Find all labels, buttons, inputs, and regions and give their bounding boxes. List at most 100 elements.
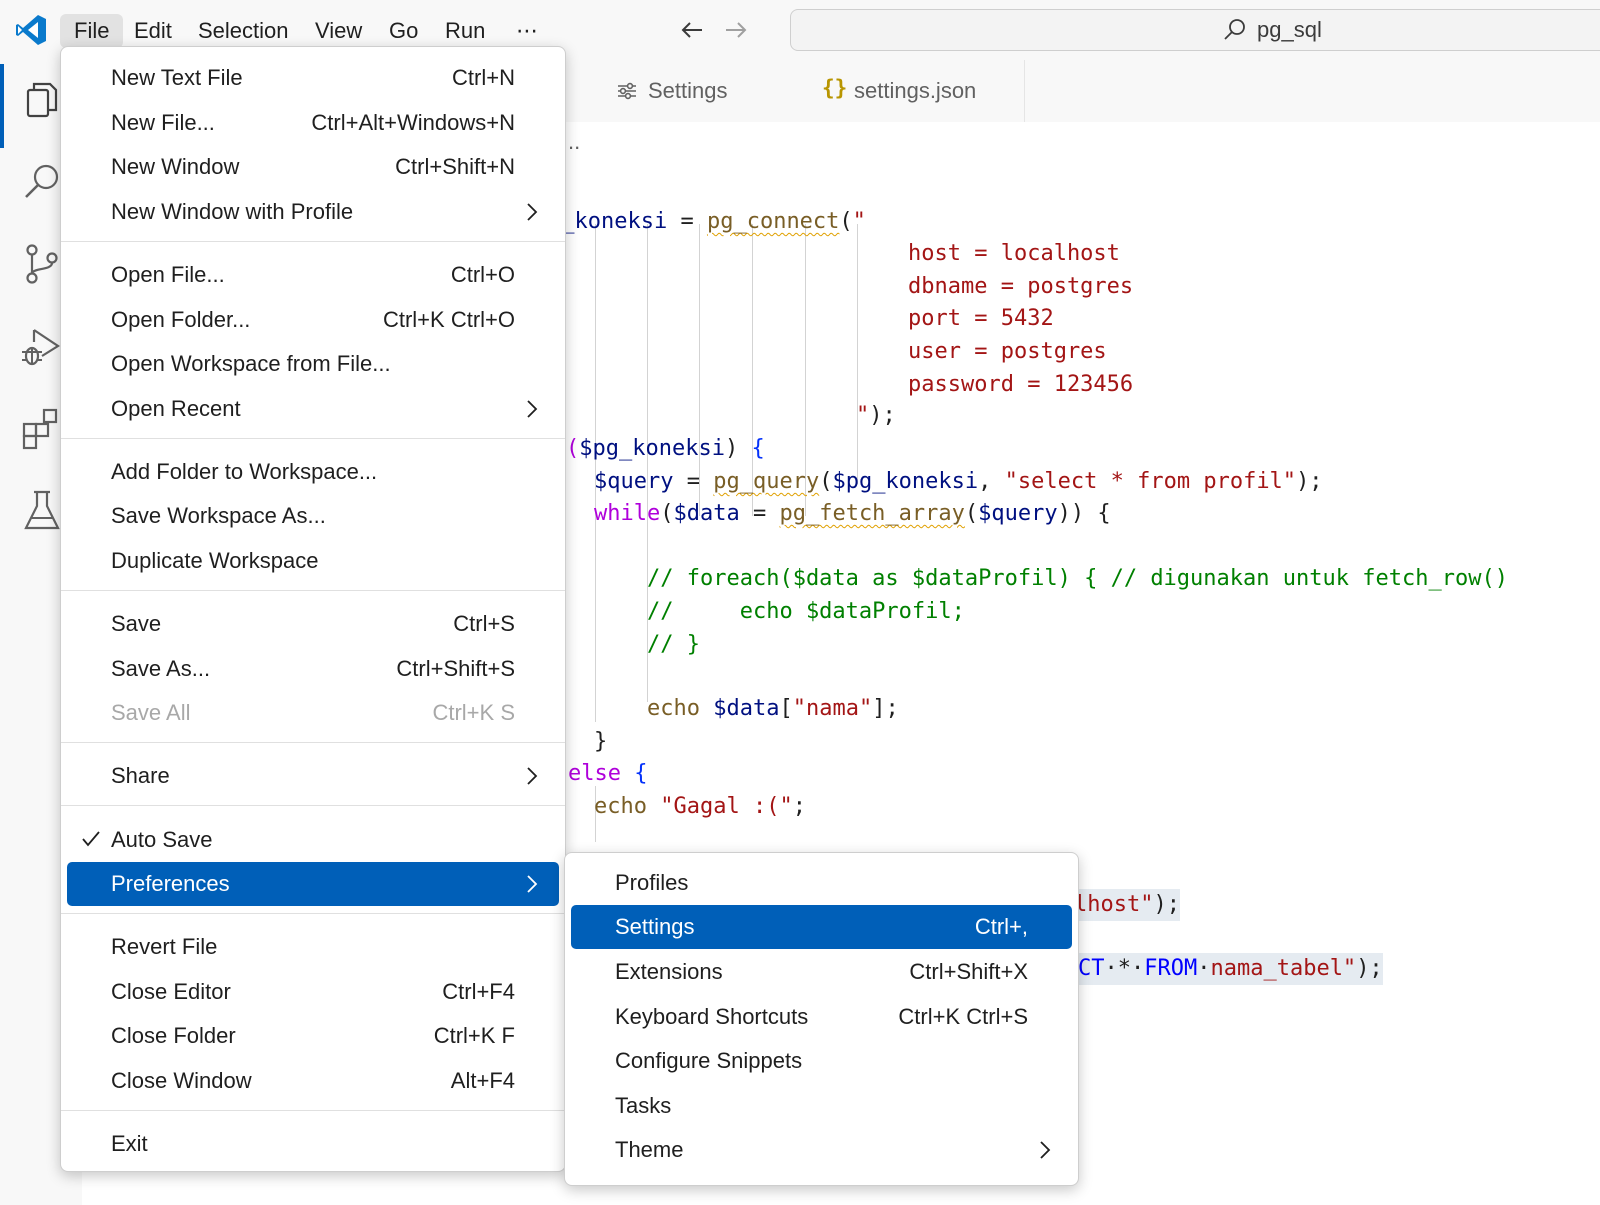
chevron-right-icon — [1040, 1141, 1051, 1159]
menu-item-auto-save[interactable]: Auto Save — [67, 818, 559, 862]
code-line: } — [594, 726, 607, 758]
menu-item-tasks[interactable]: Tasks — [571, 1084, 1072, 1128]
menu-item-shortcut: Ctrl+F4 — [442, 979, 515, 1004]
code-token: $query — [594, 469, 674, 494]
menu-item-save[interactable]: Save Ctrl+S — [67, 602, 559, 646]
menu-view[interactable]: View — [301, 14, 376, 48]
code-token: ( — [839, 209, 853, 234]
testing-icon[interactable] — [20, 488, 64, 532]
code-line: port = 5432 — [908, 303, 1054, 335]
explorer-icon[interactable] — [20, 78, 64, 122]
menu-item-label: Add Folder to Workspace... — [111, 459, 378, 484]
menu-selection[interactable]: Selection — [184, 14, 303, 48]
menu-separator — [61, 1110, 565, 1111]
menu-run[interactable]: Run — [431, 14, 499, 48]
code-token: "nama" — [792, 696, 873, 721]
tab-settings[interactable]: Settings — [592, 60, 799, 122]
run-debug-icon[interactable] — [20, 324, 64, 368]
menu-item-shortcut: Ctrl+Alt+Windows+N — [311, 110, 515, 135]
menu-item-share[interactable]: Share — [67, 754, 559, 798]
menu-item-label: Revert File — [111, 934, 218, 959]
menu-item-label: New Window with Profile — [111, 199, 354, 224]
menu-item-save-as[interactable]: Save As... Ctrl+Shift+S — [67, 647, 559, 691]
code-token: $data — [673, 501, 740, 526]
file-menu: New Text File Ctrl+N New File... Ctrl+Alt+W… — [60, 46, 566, 1172]
command-center-search[interactable]: pg_sql — [790, 9, 1600, 51]
menu-item-label: Open Workspace from File... — [111, 351, 391, 376]
extensions-icon[interactable] — [20, 406, 64, 450]
menu-item-label: Save Workspace As... — [111, 503, 326, 528]
chevron-right-icon — [527, 767, 538, 785]
menu-file[interactable]: File — [60, 14, 124, 48]
code-token: · — [1197, 956, 1211, 981]
back-arrow-icon[interactable] — [678, 16, 706, 44]
menu-more[interactable]: ⋯ — [502, 14, 552, 48]
preferences-submenu: Profiles Settings Ctrl+, Extensions Ctrl+Shi… — [564, 852, 1079, 1186]
menu-item-open-workspace-from-file[interactable]: Open Workspace from File... — [67, 342, 559, 386]
code-line: CT·*·FROM·nama_tabel"); — [1078, 953, 1383, 985]
code-line: // echo $dataProfil; — [647, 596, 965, 628]
menu-item-duplicate-workspace[interactable]: Duplicate Workspace — [67, 539, 559, 583]
code-token: $query — [978, 501, 1058, 526]
menu-item-keyboard-shortcuts[interactable]: Keyboard Shortcuts Ctrl+K Ctrl+S — [571, 995, 1072, 1039]
search-icon[interactable] — [20, 160, 64, 204]
menu-item-exit[interactable]: Exit — [67, 1122, 559, 1166]
menu-item-new-window[interactable]: New Window Ctrl+Shift+N — [67, 145, 559, 189]
code-token: ); — [1153, 892, 1180, 917]
menu-item-preferences[interactable]: Preferences — [67, 862, 559, 906]
menu-item-theme[interactable]: Theme — [571, 1128, 1072, 1172]
menu-item-save-workspace-as[interactable]: Save Workspace As... — [67, 494, 559, 538]
menu-item-label: Extensions — [615, 959, 723, 984]
menu-item-label: Profiles — [615, 870, 689, 895]
command-center-text: pg_sql — [1257, 17, 1322, 42]
menu-item-profiles[interactable]: Profiles — [571, 861, 1072, 905]
menu-item-revert-file[interactable]: Revert File — [67, 925, 559, 969]
code-token: ) — [724, 436, 752, 461]
menu-item-open-recent[interactable]: Open Recent — [67, 387, 559, 431]
menu-item-open-folder[interactable]: Open Folder... Ctrl+K Ctrl+O — [67, 298, 559, 342]
menu-item-shortcut: Alt+F4 — [450, 1068, 515, 1093]
code-token: " — [856, 403, 870, 428]
menu-item-label: Open File... — [111, 262, 225, 287]
menu-item-open-file[interactable]: Open File... Ctrl+O — [67, 253, 559, 297]
code-token: CT — [1078, 956, 1105, 981]
menu-go[interactable]: Go — [375, 14, 432, 48]
menu-separator — [61, 438, 565, 439]
menu-item-new-window-with-profile[interactable]: New Window with Profile — [67, 190, 559, 234]
code-token: ( — [566, 436, 580, 461]
code-token: )) — [1057, 501, 1085, 526]
code-token: $pg_koneksi — [832, 469, 979, 494]
menu-item-label: Exit — [111, 1131, 148, 1156]
menu-item-label: Open Folder... — [111, 307, 251, 332]
code-token: password = 123456 — [908, 372, 1134, 397]
vscode-logo-icon[interactable] — [14, 13, 48, 47]
checkmark-icon — [82, 831, 100, 847]
code-token: { — [634, 761, 648, 786]
menu-item-add-folder-to-workspace[interactable]: Add Folder to Workspace... — [67, 450, 559, 494]
menu-item-new-file[interactable]: New File... Ctrl+Alt+Windows+N — [67, 101, 559, 145]
code-line: // } — [647, 629, 700, 661]
tab-settings-json[interactable]: {} settings.json — [798, 60, 1025, 122]
chevron-right-icon — [527, 400, 538, 418]
source-control-icon[interactable] — [20, 242, 64, 286]
menu-item-label: Configure Snippets — [615, 1048, 803, 1073]
code-token: [ — [779, 696, 793, 721]
forward-arrow-icon[interactable] — [722, 16, 750, 44]
menu-item-configure-snippets[interactable]: Configure Snippets — [571, 1039, 1072, 1083]
menu-item-close-window[interactable]: Close Window Alt+F4 — [67, 1059, 559, 1103]
menu-item-settings[interactable]: Settings Ctrl+, — [571, 905, 1072, 949]
menu-item-close-folder[interactable]: Close Folder Ctrl+K F — [67, 1014, 559, 1058]
breadcrumb[interactable]: .. — [568, 126, 580, 158]
code-token: else — [568, 761, 635, 786]
menu-item-label: Share — [111, 763, 170, 788]
menu-item-close-editor[interactable]: Close Editor Ctrl+F4 — [67, 970, 559, 1014]
menu-item-new-text-file[interactable]: New Text File Ctrl+N — [67, 56, 559, 100]
chevron-right-icon — [527, 875, 538, 893]
code-token: dbname = postgres — [908, 274, 1134, 299]
code-token: ·*· — [1104, 956, 1145, 981]
menu-edit[interactable]: Edit — [120, 14, 186, 48]
code-line: while($data = pg_fetch_array($query)) { — [594, 498, 1111, 530]
menu-separator — [61, 913, 565, 914]
code-line: password = 123456 — [908, 369, 1133, 401]
menu-item-extensions[interactable]: Extensions Ctrl+Shift+X — [571, 950, 1072, 994]
